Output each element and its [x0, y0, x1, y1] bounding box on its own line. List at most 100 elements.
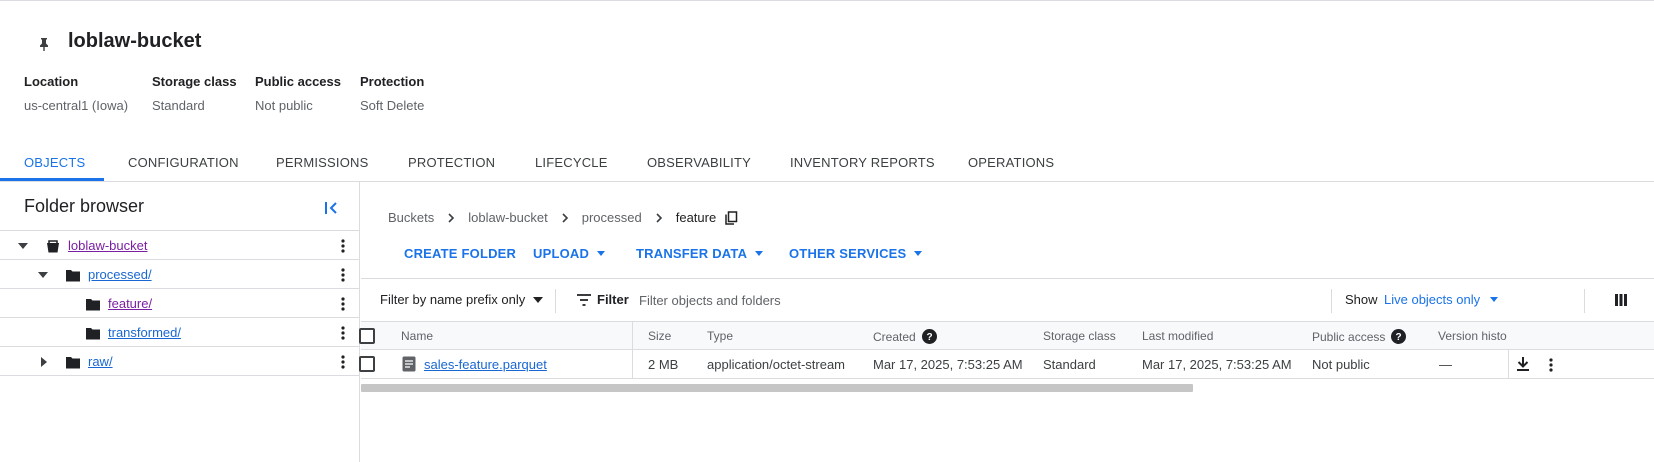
download-icon[interactable] — [1516, 356, 1530, 372]
upload-button[interactable]: UPLOAD — [533, 246, 606, 261]
select-value: Live objects only — [1384, 292, 1481, 307]
folder-icon — [66, 357, 80, 369]
tree-item-transformed[interactable]: transformed/ — [0, 317, 359, 346]
tab-configuration[interactable]: CONFIGURATION — [128, 155, 239, 170]
expand-arrow-icon[interactable] — [17, 240, 29, 252]
tab-permissions[interactable]: PERMISSIONS — [276, 155, 369, 170]
tree-item-bucket[interactable]: loblaw-bucket — [0, 230, 359, 259]
svg-text:?: ? — [1396, 332, 1402, 343]
column-header-name[interactable]: Name — [401, 329, 433, 343]
filter-prefix-select[interactable]: Filter by name prefix only — [380, 292, 544, 307]
tree-label[interactable]: raw/ — [88, 354, 113, 369]
meta-value: Soft Delete — [360, 98, 425, 113]
column-header-public-access[interactable]: Public access ? — [1312, 329, 1407, 344]
column-divider — [632, 322, 633, 350]
meta-label: Storage class — [152, 74, 237, 89]
tab-bar: OBJECTS CONFIGURATION PERMISSIONS PROTEC… — [0, 140, 1654, 182]
tree-item-raw[interactable]: raw/ — [0, 346, 359, 376]
dropdown-arrow-icon — [755, 251, 764, 256]
column-header-created[interactable]: Created ? — [873, 329, 937, 344]
column-divider — [1508, 349, 1509, 378]
meta-value: Standard — [152, 98, 205, 113]
divider — [1331, 289, 1332, 313]
filter-input[interactable] — [639, 287, 1139, 313]
transfer-data-button[interactable]: TRANSFER DATA — [636, 246, 764, 261]
cell-created: Mar 17, 2025, 7:53:25 AM — [873, 357, 1023, 372]
cell-version-history: — — [1439, 357, 1452, 372]
tab-protection[interactable]: PROTECTION — [408, 155, 495, 170]
meta-value: Not public — [255, 98, 313, 113]
filter-icon — [577, 294, 591, 306]
show-select[interactable]: Live objects only — [1384, 292, 1499, 307]
cell-storage-class: Standard — [1043, 357, 1096, 372]
pin-icon[interactable] — [36, 36, 52, 52]
breadcrumb-current: feature — [675, 210, 717, 225]
bucket-title: loblaw-bucket — [68, 30, 202, 52]
tab-lifecycle[interactable]: LIFECYCLE — [535, 155, 608, 170]
button-label: UPLOAD — [533, 246, 590, 261]
button-label: TRANSFER DATA — [636, 246, 748, 261]
file-name[interactable]: sales-feature.parquet — [424, 357, 547, 372]
tree-label[interactable]: transformed/ — [108, 325, 181, 340]
chevron-right-icon — [562, 212, 568, 223]
filter-bar: Filter by name prefix only Filter Show L… — [361, 278, 1654, 322]
create-folder-button[interactable]: CREATE FOLDER — [404, 246, 516, 261]
file-name-link[interactable]: sales-feature.parquet — [424, 357, 547, 372]
select-value: Filter by name prefix only — [380, 292, 526, 307]
row-checkbox[interactable] — [359, 356, 375, 372]
row-more-options-icon[interactable] — [1548, 357, 1554, 373]
active-tab-indicator — [0, 178, 104, 181]
column-header-size[interactable]: Size — [648, 329, 671, 343]
column-header-last-modified[interactable]: Last modified — [1142, 329, 1213, 343]
header-label: Created — [873, 329, 916, 344]
folder-browser-panel: Folder browser loblaw-bucket processed/ … — [0, 182, 360, 462]
tab-operations[interactable]: OPERATIONS — [968, 155, 1054, 170]
expand-arrow-icon[interactable] — [38, 356, 50, 368]
meta-storage-class: Storage class Standard — [152, 74, 237, 113]
breadcrumb-item[interactable]: loblaw-bucket — [468, 210, 548, 225]
column-header-storage-class[interactable]: Storage class — [1043, 329, 1116, 343]
tree-label[interactable]: feature/ — [108, 296, 152, 311]
more-options-icon[interactable] — [340, 267, 346, 283]
svg-text:?: ? — [926, 332, 932, 343]
table-row[interactable]: sales-feature.parquet 2 MB application/o… — [359, 349, 1654, 379]
column-header-type[interactable]: Type — [707, 329, 733, 343]
tab-objects[interactable]: OBJECTS — [24, 155, 85, 170]
horizontal-scrollbar[interactable] — [361, 384, 1193, 392]
tree-label[interactable]: loblaw-bucket — [68, 238, 148, 253]
more-options-icon[interactable] — [340, 296, 346, 312]
button-label: CREATE FOLDER — [404, 246, 517, 261]
show-label: Show — [1345, 292, 1378, 307]
expand-arrow-icon[interactable] — [37, 269, 49, 281]
meta-value: us-central1 (Iowa) — [24, 98, 129, 113]
meta-protection: Protection Soft Delete — [360, 74, 424, 113]
tab-observability[interactable]: OBSERVABILITY — [647, 155, 751, 170]
breadcrumb-item[interactable]: Buckets — [388, 210, 434, 225]
cell-size: 2 MB — [648, 357, 679, 372]
select-all-checkbox[interactable] — [359, 328, 375, 344]
more-options-icon[interactable] — [340, 238, 346, 254]
help-icon[interactable]: ? — [921, 329, 937, 344]
folder-icon — [86, 328, 100, 340]
button-label: OTHER SERVICES — [789, 246, 907, 261]
more-options-icon[interactable] — [340, 354, 346, 370]
divider — [1584, 289, 1585, 313]
breadcrumb-item[interactable]: processed — [582, 210, 642, 225]
column-header-version-history[interactable]: Version history — [1438, 329, 1507, 343]
collapse-panel-icon[interactable] — [322, 198, 342, 218]
header-label: Public access — [1312, 329, 1386, 344]
cell-public-access: Not public — [1312, 357, 1370, 372]
tree-item-feature[interactable]: feature/ — [0, 288, 359, 317]
tree-item-processed[interactable]: processed/ — [0, 259, 359, 288]
tree-label[interactable]: processed/ — [88, 267, 152, 282]
meta-label: Location — [24, 74, 79, 89]
tab-inventory-reports[interactable]: INVENTORY REPORTS — [790, 155, 935, 170]
help-icon[interactable]: ? — [1391, 329, 1407, 344]
chevron-right-icon — [448, 212, 455, 223]
bucket-icon — [47, 240, 59, 253]
more-options-icon[interactable] — [340, 325, 346, 341]
copy-path-icon[interactable] — [724, 210, 738, 225]
other-services-button[interactable]: OTHER SERVICES — [789, 246, 923, 261]
table-header: Name Size Type Created ? Storage class L… — [359, 322, 1654, 350]
column-display-icon[interactable] — [1614, 293, 1628, 307]
